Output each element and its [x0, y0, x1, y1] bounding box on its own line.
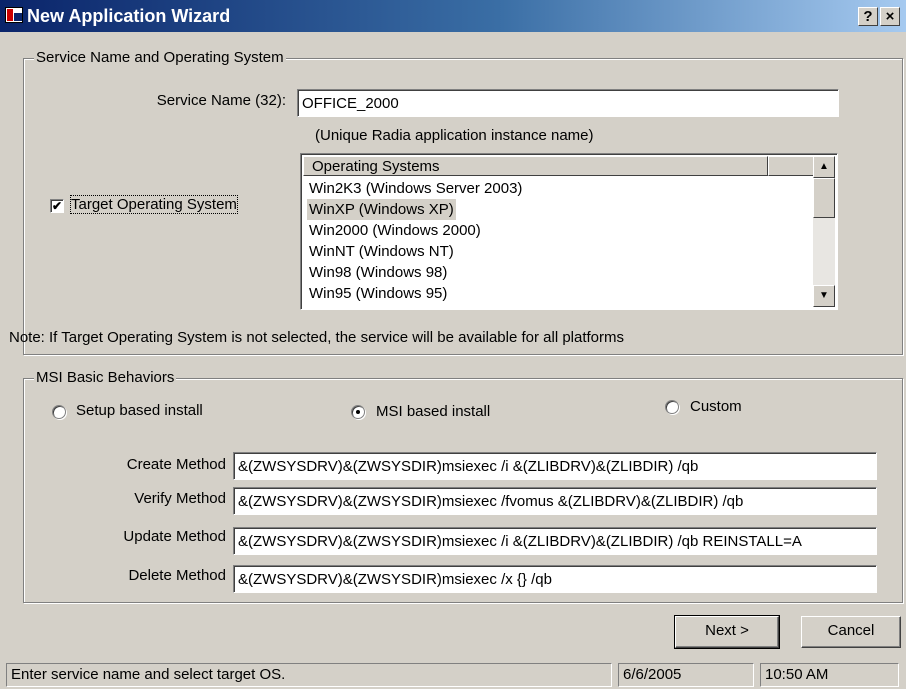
os-list-item[interactable]: Win98 (Windows 98) — [307, 262, 449, 283]
os-list-item[interactable]: WinNT (Windows NT) — [307, 241, 456, 262]
setup-install-radio[interactable] — [52, 405, 66, 419]
verify-method-input[interactable]: &(ZWSYSDRV)&(ZWSYSDIR)msiexec /fvomus &(… — [233, 487, 877, 515]
target-os-checkbox[interactable]: ✔ — [50, 199, 64, 213]
service-name-label: Service Name (32): — [156, 92, 286, 109]
scroll-down-icon[interactable]: ▼ — [813, 285, 835, 307]
os-list-item-selected[interactable]: WinXP (Windows XP) — [307, 199, 456, 220]
msi-install-radio[interactable] — [351, 405, 365, 419]
create-method-label: Create Method — [126, 456, 226, 473]
service-name-hint: (Unique Radia application instance name) — [315, 127, 594, 144]
radio-selected-dot — [356, 410, 360, 414]
os-list-item[interactable]: Win2000 (Windows 2000) — [307, 220, 483, 241]
verify-method-label: Verify Method — [134, 490, 226, 507]
os-listview[interactable]: Operating Systems Win2K3 (Windows Server… — [300, 153, 838, 310]
update-method-label: Update Method — [123, 528, 226, 545]
status-time: 10:50 AM — [760, 663, 899, 687]
scroll-thumb[interactable] — [813, 178, 835, 218]
msi-behaviors-group-legend: MSI Basic Behaviors — [34, 368, 177, 388]
title-bar[interactable]: New Application Wizard ? × — [0, 0, 906, 32]
cancel-button[interactable]: Cancel — [801, 616, 901, 648]
close-button[interactable]: × — [880, 7, 900, 26]
msi-install-label[interactable]: MSI based install — [376, 403, 490, 420]
scroll-up-icon[interactable]: ▲ — [813, 156, 835, 178]
window-title: New Application Wizard — [27, 6, 231, 26]
target-os-label[interactable]: Target Operating System — [70, 195, 238, 214]
custom-label[interactable]: Custom — [690, 398, 742, 415]
help-button[interactable]: ? — [858, 7, 878, 26]
os-list-item[interactable]: Win2K3 (Windows Server 2003) — [307, 178, 524, 199]
next-button[interactable]: Next > — [674, 615, 780, 649]
custom-radio[interactable] — [665, 400, 679, 414]
os-list-scrollbar[interactable]: ▲ ▼ — [813, 156, 835, 307]
status-date: 6/6/2005 — [618, 663, 754, 687]
os-list-item[interactable]: Win95 (Windows 95) — [307, 283, 449, 304]
service-os-group-legend: Service Name and Operating System — [34, 48, 286, 68]
delete-method-input[interactable]: &(ZWSYSDRV)&(ZWSYSDIR)msiexec /x {} /qb — [233, 565, 877, 593]
setup-install-label[interactable]: Setup based install — [76, 402, 203, 419]
delete-method-label: Delete Method — [128, 567, 226, 584]
app-icon — [5, 7, 23, 23]
platform-note: Note: If Target Operating System is not … — [9, 329, 625, 346]
os-list-header-spacer — [768, 156, 813, 176]
status-message: Enter service name and select target OS. — [6, 663, 612, 687]
os-list-header[interactable]: Operating Systems — [303, 156, 768, 176]
checkmark-icon: ✔ — [51, 199, 63, 213]
update-method-input[interactable]: &(ZWSYSDRV)&(ZWSYSDIR)msiexec /i &(ZLIBD… — [233, 527, 877, 555]
service-name-input[interactable]: OFFICE_2000 — [297, 89, 839, 117]
create-method-input[interactable]: &(ZWSYSDRV)&(ZWSYSDIR)msiexec /i &(ZLIBD… — [233, 452, 877, 480]
